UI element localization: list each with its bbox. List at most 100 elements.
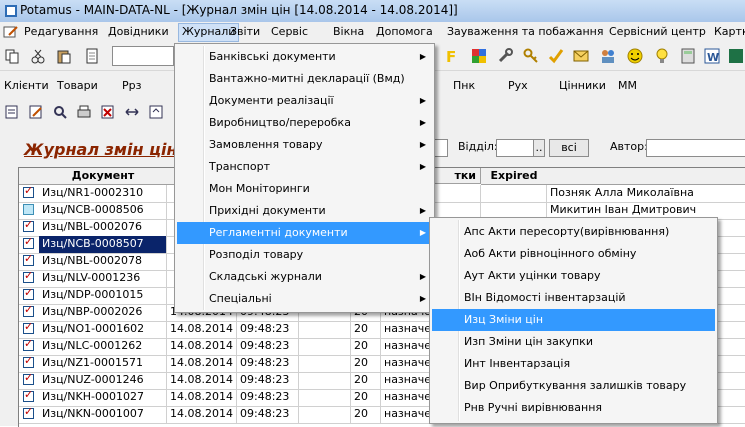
approved-checkbox-icon bbox=[23, 218, 34, 232]
clients-button[interactable]: Клієнти bbox=[4, 79, 49, 92]
price-tags-button[interactable]: Цінники bbox=[559, 79, 606, 92]
pnk-button[interactable]: Пнк bbox=[453, 79, 475, 92]
print-icon[interactable] bbox=[76, 104, 92, 120]
checkmark-icon[interactable] bbox=[548, 48, 564, 64]
menu-edit[interactable]: Редагування bbox=[24, 25, 98, 38]
people-icon[interactable] bbox=[600, 48, 616, 64]
header-document[interactable]: Документ bbox=[39, 168, 168, 185]
filter-icon[interactable]: F bbox=[443, 48, 459, 66]
refresh-icon[interactable] bbox=[148, 104, 164, 120]
cell-blank bbox=[299, 389, 351, 406]
paste-icon[interactable] bbox=[56, 48, 72, 64]
menu-item-label: Вир Оприбуткування залишків товару bbox=[464, 379, 687, 392]
menu-item[interactable]: Замовлення товару ▶ bbox=[177, 134, 432, 156]
cell-time: 09:48:23 bbox=[237, 338, 299, 355]
approved-checkbox-icon bbox=[23, 354, 34, 368]
department-input[interactable] bbox=[496, 139, 534, 157]
approved-checkbox-icon bbox=[23, 235, 34, 249]
goods-button[interactable]: Товари bbox=[57, 79, 98, 92]
key-icon[interactable] bbox=[523, 48, 539, 64]
submenu-arrow-icon: ▶ bbox=[419, 206, 426, 215]
lightbulb-icon[interactable] bbox=[654, 48, 670, 64]
rrz-button[interactable]: Ррз bbox=[122, 79, 141, 92]
menu-item-label: Вантажно-митні декларації (Вмд) bbox=[209, 72, 405, 85]
menu-item[interactable]: Вантажно-митні декларації (Вмд) bbox=[177, 68, 432, 90]
cell-blank bbox=[299, 321, 351, 338]
menu-item-label: Аоб Акти рівноцінного обміну bbox=[464, 247, 637, 260]
menu-item[interactable]: Розподіл товару bbox=[177, 244, 432, 266]
copy-icon[interactable] bbox=[4, 48, 20, 64]
smile-icon[interactable] bbox=[627, 48, 643, 64]
cell-author: Позняк Алла Миколаївна bbox=[547, 185, 745, 202]
cell-number: 20 bbox=[351, 406, 381, 423]
menu-help[interactable]: Допомога bbox=[376, 25, 433, 38]
menu-reports[interactable]: Звіти bbox=[230, 25, 260, 38]
menu-feedback[interactable]: Зауваження та побажання bbox=[447, 25, 603, 38]
menu-item[interactable]: Изц Зміни цін bbox=[432, 309, 715, 331]
excel-icon[interactable] bbox=[728, 48, 744, 64]
menu-item[interactable]: Банківські документи ▶ bbox=[177, 46, 432, 68]
new-document-icon[interactable] bbox=[4, 104, 20, 120]
cell-number: 20 bbox=[351, 389, 381, 406]
menu-item[interactable]: Изп Зміни цін закупки bbox=[432, 331, 715, 353]
menu-item[interactable]: Вир Оприбуткування залишків товару bbox=[432, 375, 715, 397]
menu-item-label: Регламентні документи bbox=[209, 226, 348, 239]
menu-item[interactable]: Рнв Ручні вирівнювання bbox=[432, 397, 715, 419]
cell-document: Изц/NCB-0008506 bbox=[39, 202, 167, 219]
cell-document: Изц/NCB-0008507 bbox=[39, 236, 167, 253]
menu-item[interactable]: ВІн Відомості інвентарзацій bbox=[432, 287, 715, 309]
delete-icon[interactable] bbox=[100, 104, 116, 120]
menu-service[interactable]: Сервіс bbox=[271, 25, 308, 38]
cell-document: Изц/NBP-0002026 bbox=[39, 304, 167, 321]
menu-item[interactable]: Прихідні документи ▶ bbox=[177, 200, 432, 222]
cell-document: Изц/NLC-0001262 bbox=[39, 338, 167, 355]
menu-item-label: Замовлення товару bbox=[209, 138, 323, 151]
menu-item[interactable]: Виробництво/переробка ▶ bbox=[177, 112, 432, 134]
cell-blank bbox=[299, 355, 351, 372]
menu-item[interactable]: Инт Інвентарзація bbox=[432, 353, 715, 375]
cell-blank bbox=[299, 372, 351, 389]
menu-item[interactable]: Аут Акти уцінки товару bbox=[432, 265, 715, 287]
menu-item[interactable]: Апс Акти пересорту(вирівнювання) bbox=[432, 221, 715, 243]
view-document-icon[interactable] bbox=[52, 104, 68, 120]
menu-service-center[interactable]: Сервісний центр bbox=[609, 25, 706, 38]
chart-icon[interactable] bbox=[471, 48, 487, 64]
menu-item[interactable]: Спеціальні ▶ bbox=[177, 288, 432, 310]
tools-icon[interactable] bbox=[497, 48, 513, 64]
menu-windows[interactable]: Вікна bbox=[333, 25, 364, 38]
menu-item[interactable]: Регламентні документи ▶ bbox=[177, 222, 432, 244]
menu-item[interactable]: Транспорт ▶ bbox=[177, 156, 432, 178]
calculator-icon[interactable] bbox=[680, 48, 696, 64]
cut-icon[interactable] bbox=[30, 48, 46, 64]
move-icon[interactable] bbox=[124, 104, 140, 120]
department-label: Відділ: bbox=[458, 140, 498, 153]
menu-item[interactable]: Документи реалізації ▶ bbox=[177, 90, 432, 112]
submenu-arrow-icon: ▶ bbox=[419, 140, 426, 149]
document-icon[interactable] bbox=[84, 48, 100, 64]
mm-button[interactable]: ММ bbox=[618, 79, 637, 92]
word-icon[interactable]: W bbox=[704, 48, 720, 64]
header-author[interactable] bbox=[547, 168, 745, 185]
cell-blank bbox=[299, 406, 351, 423]
submenu-arrow-icon: ▶ bbox=[419, 228, 426, 237]
approved-checkbox-icon bbox=[23, 269, 34, 283]
author-input[interactable] bbox=[646, 139, 745, 157]
movement-button[interactable]: Рух bbox=[508, 79, 528, 92]
approved-checkbox-icon bbox=[23, 286, 34, 300]
menu-references[interactable]: Довідники bbox=[108, 25, 169, 38]
svg-text:W: W bbox=[707, 51, 719, 64]
app-icon bbox=[4, 4, 18, 18]
all-departments-button[interactable]: всі bbox=[549, 139, 589, 157]
menu-item-label: Документи реалізації bbox=[209, 94, 334, 107]
mail-icon[interactable] bbox=[573, 48, 589, 64]
header-icon-col[interactable] bbox=[19, 168, 40, 185]
department-lookup-button[interactable]: .. bbox=[533, 139, 545, 157]
menu-cards[interactable]: Картк bbox=[714, 25, 745, 38]
menu-item[interactable]: Складські журнали ▶ bbox=[177, 266, 432, 288]
quick-search-input[interactable] bbox=[112, 46, 174, 66]
header-expired[interactable]: Expired bbox=[481, 168, 548, 185]
menu-item[interactable]: Аоб Акти рівноцінного обміну bbox=[432, 243, 715, 265]
approved-checkbox-icon bbox=[23, 252, 34, 266]
edit-document-icon[interactable] bbox=[28, 104, 44, 120]
menu-item[interactable]: Мон Моніторинги bbox=[177, 178, 432, 200]
